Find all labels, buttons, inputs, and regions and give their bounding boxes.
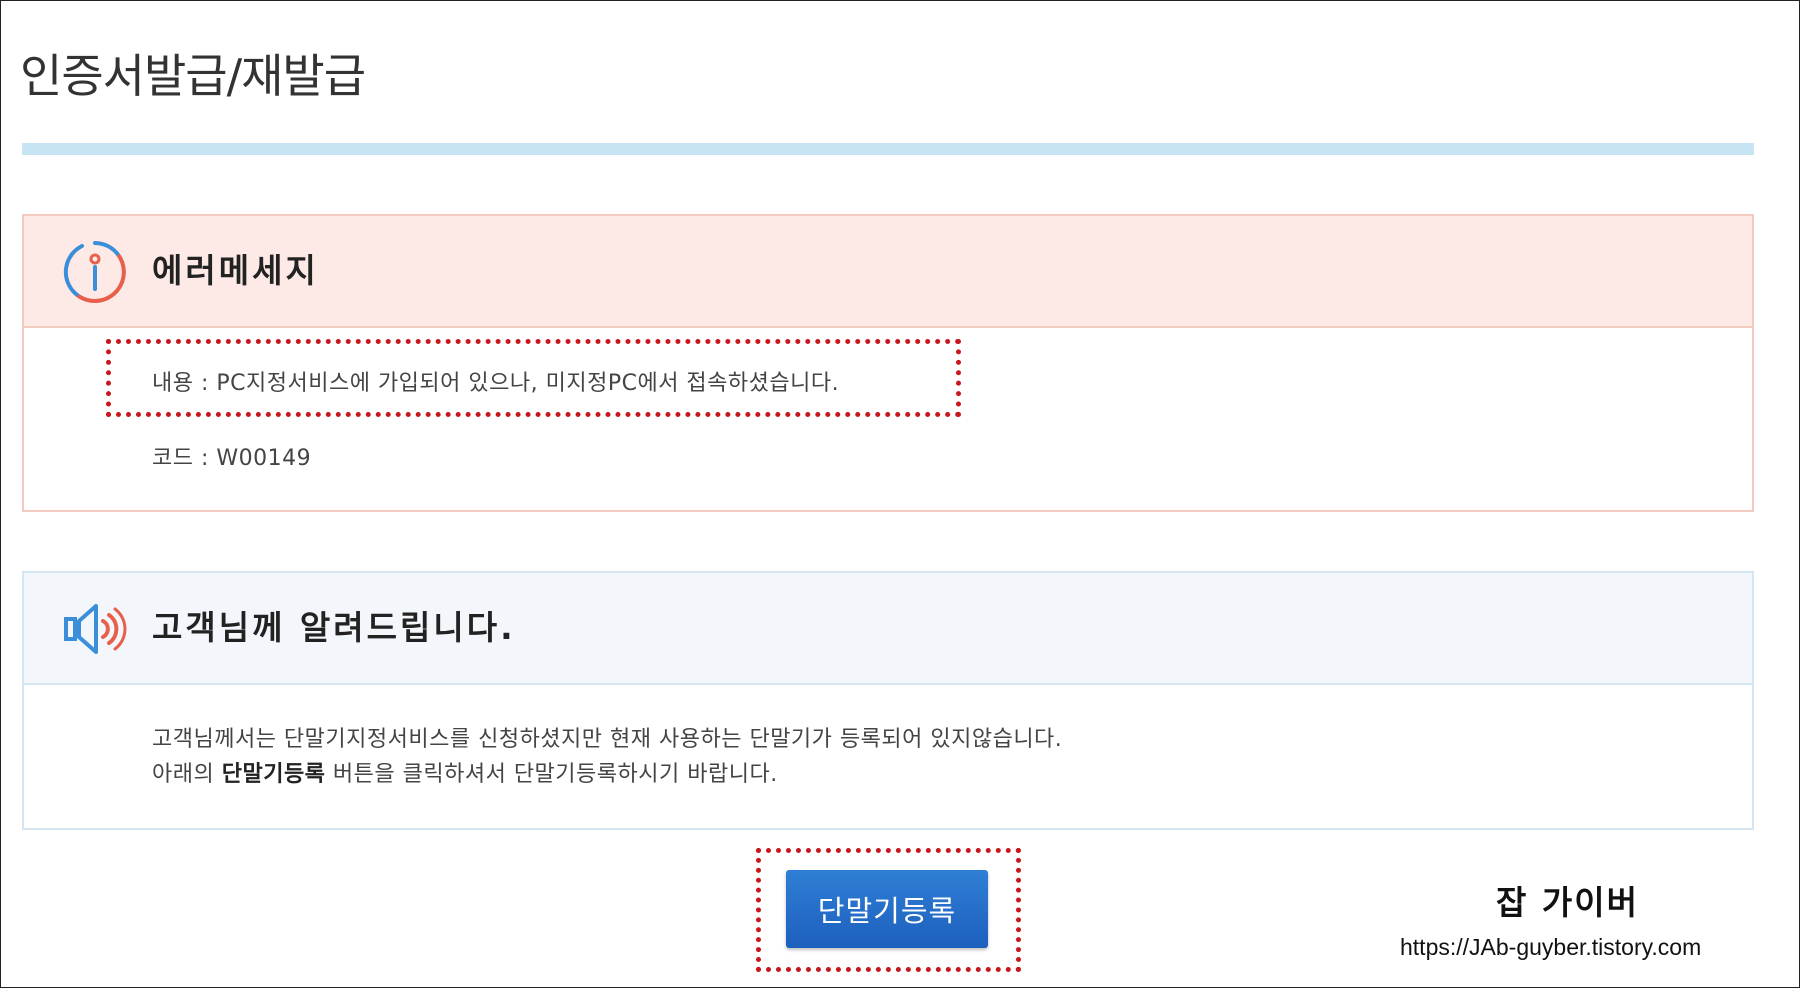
error-panel-header: 에러메세지 xyxy=(24,216,1752,328)
error-panel-title: 에러메세지 xyxy=(152,251,319,290)
notice-panel-title: 고객님께 알려드립니다. xyxy=(152,608,516,647)
notice-panel-header: 고객님께 알려드립니다. xyxy=(24,573,1752,685)
notice-line-2-prefix: 아래의 xyxy=(152,762,222,787)
title-underline-bar xyxy=(22,143,1754,155)
watermark-url: https://JAb-guyber.tistory.com xyxy=(1400,934,1702,960)
page-title: 인증서발급/재발급 xyxy=(20,49,366,103)
error-code-text: 코드 : W00149 xyxy=(152,446,312,471)
notice-line-2: 아래의 단말기등록 버튼을 클릭하셔서 단말기등록하시기 바랍니다. xyxy=(152,756,778,788)
error-message-panel: 에러메세지 내용 : PC지정서비스에 가입되어 있으나, 미지정PC에서 접속… xyxy=(22,214,1754,512)
register-device-button[interactable]: 단말기등록 xyxy=(786,870,988,948)
notice-line-1: 고객님께서는 단말기지정서비스를 신청하셨지만 현재 사용하는 단말기가 등록되… xyxy=(152,727,1063,752)
notice-line-2-bold: 단말기등록 xyxy=(221,762,326,787)
info-icon xyxy=(63,241,126,303)
error-content-text: 내용 : PC지정서비스에 가입되어 있으나, 미지정PC에서 접속하셨습니다. xyxy=(152,371,840,396)
customer-notice-panel: 고객님께 알려드립니다. 고객님께서는 단말기지정서비스를 신청하셨지만 현재 … xyxy=(22,571,1754,830)
watermark-name: 잡 가이버 xyxy=(1496,883,1639,922)
notice-line-2-suffix: 버튼을 클릭하셔서 단말기등록하시기 바랍니다. xyxy=(325,762,778,787)
speaker-icon xyxy=(64,604,127,654)
